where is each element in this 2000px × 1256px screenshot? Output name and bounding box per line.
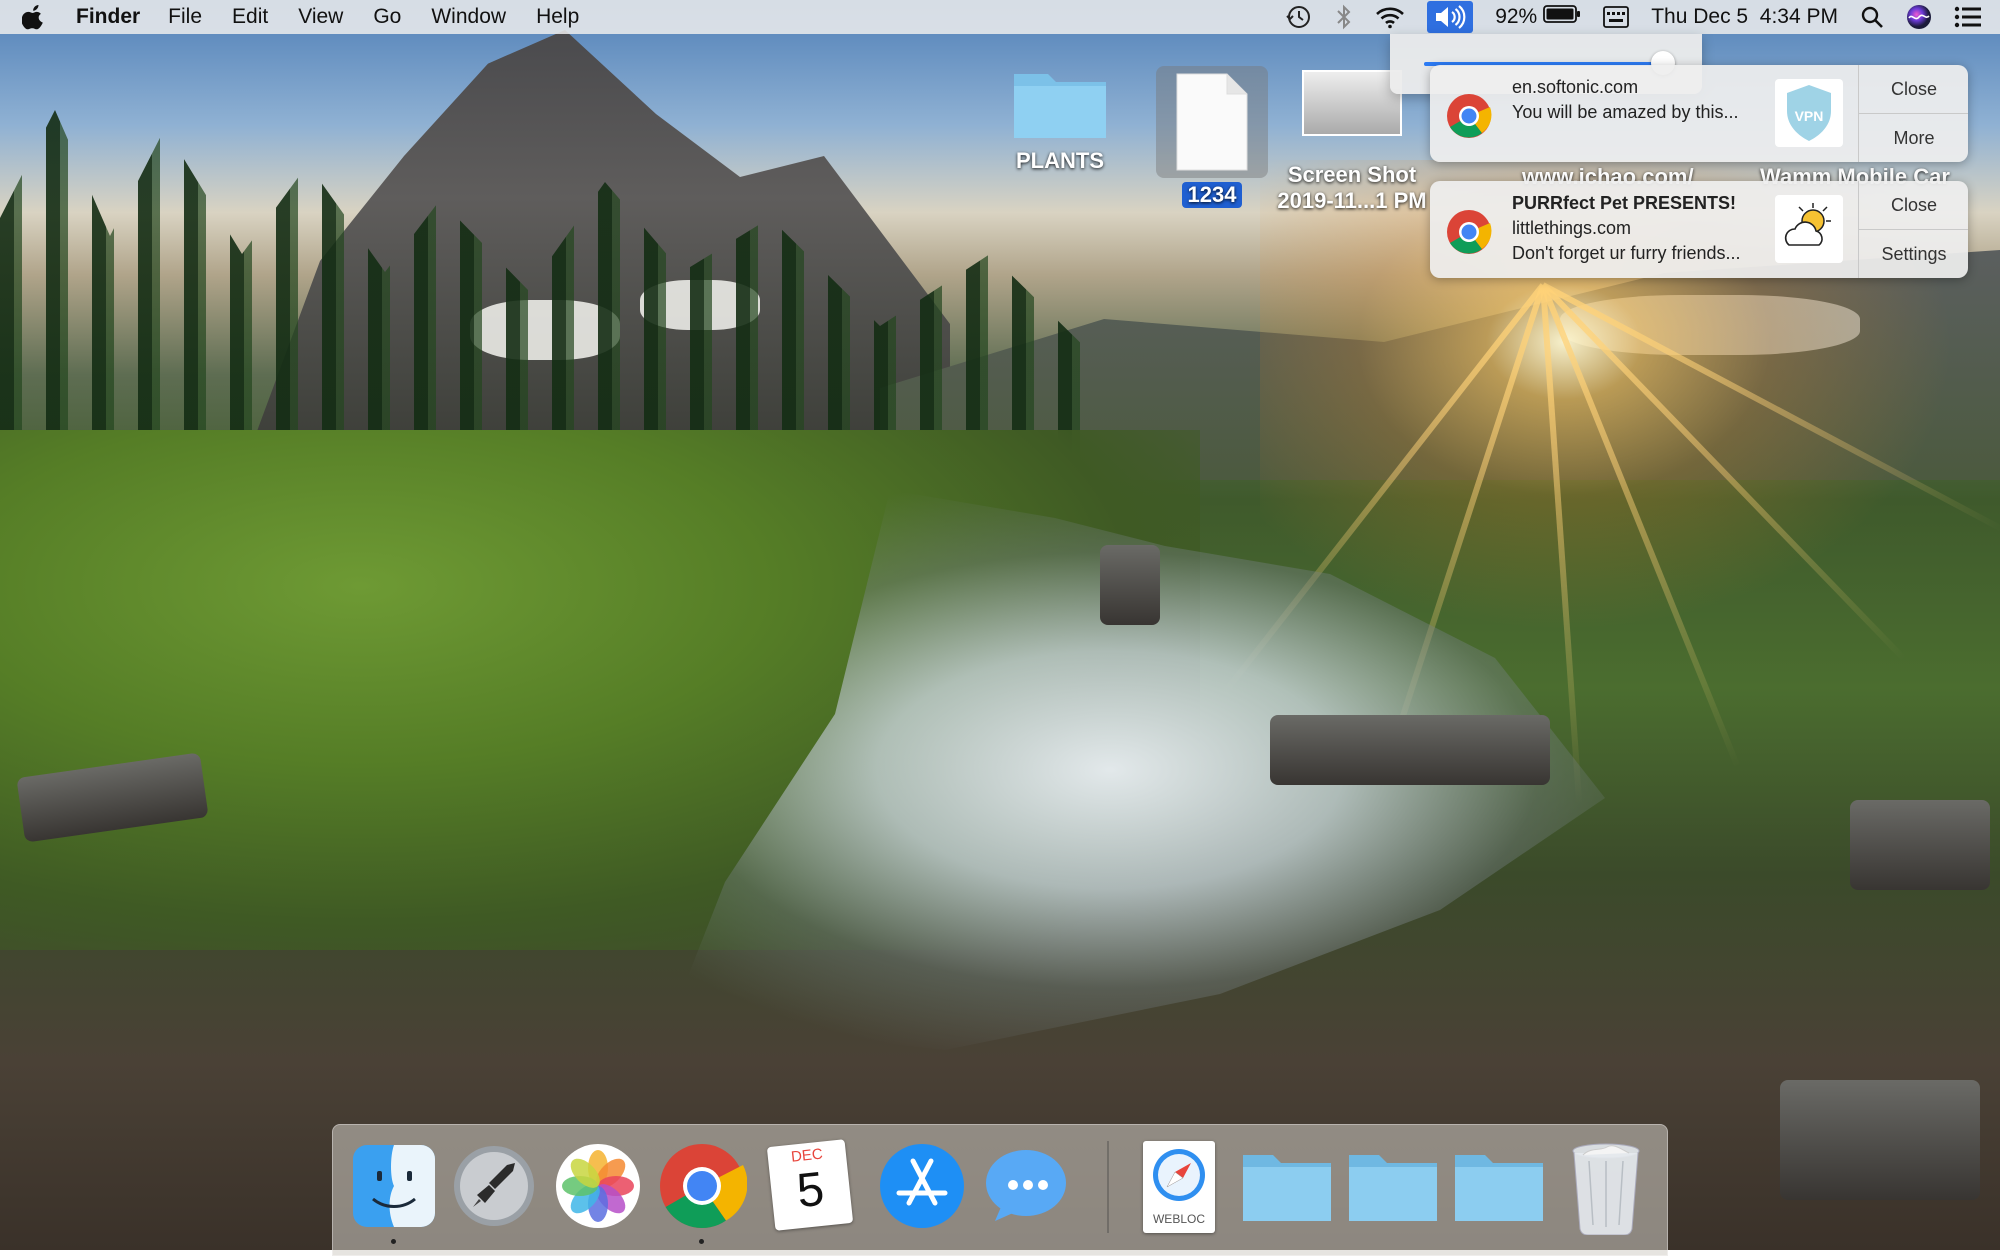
wallpaper-rock	[1780, 1080, 1980, 1200]
menu-app-name[interactable]: Finder	[76, 5, 140, 29]
notification-close-button[interactable]: Close	[1859, 181, 1968, 229]
trash-icon	[1572, 1143, 1640, 1236]
notification-title: PURRfect Pet PRESENTS!	[1512, 193, 1737, 213]
folder-icon	[1014, 74, 1106, 138]
calendar-day: 5	[794, 1162, 827, 1219]
notification-texts: en.softonic.com You will be amazed by th…	[1512, 75, 1772, 125]
vpn-shield-icon: VPN	[1787, 85, 1831, 141]
status-area: 92% Thu Dec 5 4:34 PM	[1285, 0, 1982, 34]
safari-compass-icon	[1153, 1149, 1205, 1201]
dock-chrome[interactable]	[657, 1141, 748, 1231]
wallpaper-rock	[1270, 715, 1550, 785]
notification-subtitle: littlethings.com	[1512, 218, 1632, 238]
app-store-icon	[880, 1144, 964, 1228]
desktop-folder-plants[interactable]: PLANTS	[1002, 62, 1118, 174]
notification-littlethings[interactable]: PURRfect Pet PRESENTS! littlethings.com …	[1430, 181, 1968, 278]
finder-icon	[353, 1145, 435, 1227]
wallpaper-rock	[1100, 545, 1160, 625]
spotlight-icon[interactable]	[1860, 0, 1884, 34]
document-icon	[1176, 73, 1248, 171]
webloc-document-icon: WEBLOC	[1143, 1141, 1215, 1233]
desktop-icon-label: PLANTS	[1016, 148, 1104, 173]
battery-percent: 92%	[1495, 5, 1538, 28]
dock-messages[interactable]	[981, 1141, 1071, 1231]
dock: DEC 5 WEBLOC	[332, 1124, 1668, 1256]
sun-cloud-icon	[1784, 203, 1831, 246]
battery-status[interactable]: 92%	[1495, 4, 1581, 30]
dock-folder-1[interactable]	[1241, 1141, 1337, 1231]
desktop-icon-label: 1234	[1181, 182, 1243, 208]
bluetooth-icon[interactable]	[1335, 0, 1353, 34]
selection-highlight	[1156, 66, 1268, 178]
dock-app-store[interactable]	[877, 1141, 967, 1231]
menu-help[interactable]: Help	[536, 5, 579, 29]
dock-launchpad[interactable]	[449, 1141, 539, 1231]
dock-folder-2[interactable]	[1347, 1141, 1443, 1231]
battery-icon	[1543, 4, 1581, 30]
chrome-icon	[660, 1144, 748, 1229]
menu-view[interactable]: View	[298, 5, 343, 29]
desktop-file-1234[interactable]: 1234	[1152, 66, 1272, 208]
dock-separator	[1107, 1141, 1109, 1233]
menu-clock[interactable]: Thu Dec 5 4:34 PM	[1651, 5, 1838, 29]
notification-actions: Close More	[1858, 65, 1968, 162]
folder-icon	[1349, 1155, 1437, 1221]
launchpad-rocket-icon	[454, 1146, 534, 1226]
notification-body: You will be amazed by this...	[1512, 102, 1739, 122]
menu-window[interactable]: Window	[431, 5, 506, 29]
dock-trash[interactable]	[1569, 1141, 1643, 1236]
folder-icon	[1243, 1155, 1331, 1221]
photos-icon	[556, 1144, 640, 1228]
notification-image	[1775, 195, 1843, 263]
dock-calendar[interactable]: DEC 5	[766, 1139, 854, 1231]
running-indicator	[699, 1239, 704, 1244]
notification-center-icon[interactable]	[1954, 0, 1982, 34]
chrome-icon	[1447, 210, 1492, 254]
dock-finder[interactable]	[349, 1141, 439, 1231]
siri-icon[interactable]	[1906, 0, 1932, 34]
notification-actions: Close Settings	[1858, 181, 1968, 278]
menu-go[interactable]: Go	[373, 5, 401, 29]
dock-folder-3[interactable]	[1453, 1141, 1549, 1231]
notification-settings-button[interactable]: Settings	[1859, 229, 1968, 278]
label-line: Screen Shot	[1287, 162, 1417, 187]
notification-image: VPN	[1775, 79, 1843, 147]
notification-softonic[interactable]: en.softonic.com You will be amazed by th…	[1430, 65, 1968, 162]
running-indicator	[391, 1239, 396, 1244]
wallpaper-rock	[1850, 800, 1990, 890]
menu-file[interactable]: File	[168, 5, 202, 29]
dock-webloc-file[interactable]: WEBLOC	[1143, 1141, 1215, 1233]
folder-icon	[1455, 1155, 1543, 1221]
webloc-label: WEBLOC	[1152, 1212, 1205, 1226]
wifi-icon[interactable]	[1375, 0, 1405, 34]
notification-subtitle: en.softonic.com	[1512, 77, 1639, 97]
calendar-icon: DEC 5	[766, 1139, 854, 1231]
input-menu-icon[interactable]	[1603, 0, 1630, 34]
notification-texts: PURRfect Pet PRESENTS! littlethings.com …	[1512, 191, 1772, 266]
desktop-icon-label: Screen Shot 2019-11...1 PM	[1272, 162, 1432, 214]
vpn-thumb-label: VPN	[1795, 108, 1824, 124]
volume-icon[interactable]	[1427, 1, 1474, 33]
screenshot-thumbnail-icon	[1302, 70, 1402, 136]
menu-bar: Finder File Edit View Go Window Help 92%…	[0, 0, 2000, 34]
messages-icon	[986, 1150, 1066, 1221]
notification-more-button[interactable]: More	[1859, 113, 1968, 162]
apple-icon[interactable]	[22, 4, 48, 30]
chrome-icon	[1447, 94, 1492, 138]
notification-body: Don't forget ur furry friends...	[1512, 243, 1741, 263]
label-line: 2019-11...1 PM	[1277, 188, 1427, 213]
dock-photos[interactable]	[553, 1141, 643, 1231]
menu-edit[interactable]: Edit	[232, 5, 268, 29]
notification-close-button[interactable]: Close	[1859, 65, 1968, 113]
time-machine-icon[interactable]	[1285, 0, 1313, 34]
